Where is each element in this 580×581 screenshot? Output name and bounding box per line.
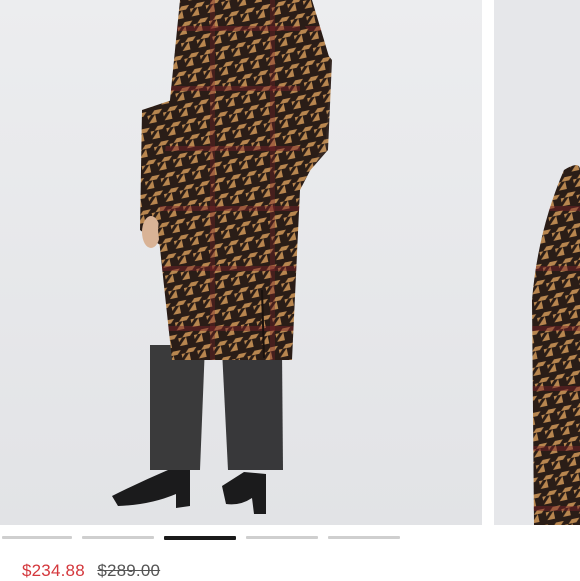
carousel-indicator[interactable]: [328, 536, 400, 539]
carousel-indicator-active[interactable]: [164, 535, 236, 540]
coat-side-view-image: [494, 0, 580, 525]
product-photo-main[interactable]: [0, 0, 482, 525]
sale-price: $234.88: [22, 561, 85, 580]
original-price: $289.00: [97, 561, 161, 580]
carousel-indicator[interactable]: [82, 536, 154, 539]
product-image-carousel[interactable]: [0, 0, 580, 525]
carousel-indicator[interactable]: [246, 536, 318, 539]
coat-back-view-image: [0, 0, 482, 525]
carousel-indicators: [0, 535, 580, 540]
product-photo-next[interactable]: [494, 0, 580, 525]
carousel-indicator[interactable]: [2, 536, 72, 539]
price-row: $234.88 $289.00: [22, 561, 160, 581]
